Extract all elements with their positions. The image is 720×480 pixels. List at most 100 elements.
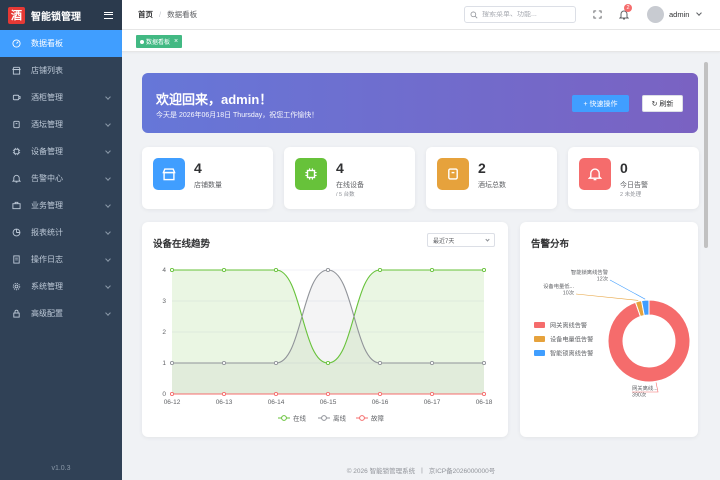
stat-value: 4 — [336, 160, 344, 176]
legend-swatch — [534, 322, 545, 328]
stat-value: 2 — [478, 160, 486, 176]
sidebar-item[interactable]: 店铺列表 — [0, 57, 122, 84]
close-icon[interactable]: × — [174, 38, 178, 45]
data-point — [481, 391, 487, 397]
data-point — [481, 267, 487, 273]
stat-value: 4 — [194, 160, 202, 176]
alarm-panel: 告警分布 网关离线... 390次 设备电量低... 10次 智能锁离线告警 12次 网关离… — [520, 222, 698, 437]
y-tick-label: 3 — [162, 298, 166, 305]
data-point — [273, 267, 279, 273]
notification-badge: 2 — [624, 4, 632, 12]
stat-label: 在线设备 — [336, 182, 364, 189]
x-tick-label: 06-14 — [268, 399, 285, 406]
menu-toggle-icon[interactable] — [104, 11, 113, 19]
trend-panel: 设备在线趋势 最近7天 0 1 2 3 4 06-12 06-13 06-14 06-15 06-… — [142, 222, 508, 437]
breadcrumb-home[interactable]: 首页 — [138, 9, 153, 20]
data-point — [169, 360, 175, 366]
sidebar-item-label: 数据看板 — [31, 39, 63, 48]
legend-label: 故障 — [371, 414, 385, 423]
y-tick-label: 1 — [162, 360, 166, 367]
jar-icon — [437, 158, 469, 190]
sidebar-item-label: 告警中心 — [31, 174, 63, 183]
chevron-down-icon — [105, 175, 111, 181]
data-point — [429, 391, 435, 397]
data-point — [481, 360, 487, 366]
stat-card[interactable]: 4 在线设备 / 5 台数 — [284, 147, 415, 209]
avatar[interactable] — [647, 6, 664, 23]
sidebar-item-label: 系统管理 — [31, 282, 63, 291]
main-scrollbar[interactable] — [704, 62, 708, 248]
x-tick-label: 06-18 — [476, 399, 493, 406]
stat-label: 酒坛总数 — [478, 182, 506, 189]
data-point — [325, 267, 331, 273]
welcome-banner: 欢迎回来，admin！ 今天是 2026年06月18日 Thursday，祝您工… — [142, 73, 698, 133]
chevron-down-icon[interactable] — [696, 10, 702, 16]
stat-extra: / 5 台数 — [336, 192, 355, 198]
trend-chart: 0 1 2 3 4 06-12 06-13 06-14 06-15 06-16 06-17 06-18… — [162, 267, 493, 423]
stat-card[interactable]: 2 酒坛总数 — [426, 147, 557, 209]
gear-icon — [11, 282, 21, 292]
stat-card[interactable]: 0 今日告警 2 未处理 — [568, 147, 699, 209]
sidebar-item-label: 操作日志 — [31, 255, 63, 264]
chip-icon — [11, 147, 21, 157]
sidebar-item[interactable]: 操作日志 — [0, 246, 122, 273]
sidebar-item[interactable]: 酒坛管理 — [0, 111, 122, 138]
legend-marker — [321, 415, 327, 421]
data-point — [377, 267, 383, 273]
sidebar: 酒 智能锁管理 数据看板店铺列表酒柜管理酒坛管理 设备管理告警中心业务管理 报表统计… — [0, 0, 122, 480]
stat-extra: 2 未处理 — [620, 192, 642, 198]
data-point — [273, 360, 279, 366]
tab-label: 数据看板 — [146, 40, 171, 46]
x-tick-label: 06-15 — [320, 399, 337, 406]
chevron-down-icon — [105, 256, 111, 262]
legend-marker — [281, 415, 287, 421]
refresh-button[interactable]: ↻ 刷新 — [642, 95, 683, 112]
search-box[interactable] — [464, 6, 576, 23]
stat-label: 今日告警 — [620, 182, 648, 189]
sidebar-item[interactable]: 高级配置 — [0, 300, 122, 327]
welcome-title: 欢迎回来，admin！ — [156, 92, 273, 107]
pie-leader-line — [609, 279, 646, 300]
sidebar-menu: 数据看板店铺列表酒柜管理酒坛管理 设备管理告警中心业务管理 报表统计操作日志系统管理… — [0, 30, 122, 327]
stat-card[interactable]: 4 店铺数量 — [142, 147, 273, 209]
username[interactable]: admin — [669, 10, 689, 19]
fullscreen-icon[interactable] — [593, 10, 602, 19]
data-point — [429, 360, 435, 366]
x-tick-label: 06-13 — [216, 399, 233, 406]
chevron-down-icon — [105, 283, 111, 289]
legend-label: 网关离线告警 — [550, 321, 587, 329]
alarm-pie-chart: 网关离线... 390次 设备电量低... 10次智能锁离线告警 12次网关离线告警设备… — [534, 268, 691, 399]
chevron-down-icon — [105, 310, 111, 316]
data-point — [325, 391, 331, 397]
data-point — [221, 360, 227, 366]
sidebar-item[interactable]: 系统管理 — [0, 273, 122, 300]
y-tick-label: 2 — [162, 329, 166, 336]
legend-label: 设备电量低告警 — [550, 335, 593, 343]
sidebar-item-label: 酒柜管理 — [31, 93, 63, 102]
sidebar-item[interactable]: 酒柜管理 — [0, 84, 122, 111]
quick-action-button[interactable]: + 快速操作 — [572, 95, 629, 112]
pie-data-label: 网关离线... 390次 — [632, 384, 658, 399]
legend-label: 在线 — [293, 414, 307, 423]
search-input[interactable] — [482, 11, 572, 18]
notification-button[interactable]: 2 — [618, 4, 632, 20]
sidebar-item[interactable]: 业务管理 — [0, 192, 122, 219]
tag-dot-icon — [140, 39, 144, 44]
logo-row: 酒 智能锁管理 — [0, 0, 122, 30]
store-icon — [11, 66, 21, 76]
footer-icp[interactable]: 京ICP备2026000000号 — [429, 465, 496, 475]
x-tick-label: 06-12 — [164, 399, 181, 406]
sidebar-item[interactable]: 设备管理 — [0, 138, 122, 165]
data-point — [221, 267, 227, 273]
store-icon — [153, 158, 185, 190]
sidebar-item[interactable]: 数据看板 — [0, 30, 122, 57]
dashboard-icon — [11, 39, 21, 49]
chevron-down-icon — [105, 202, 111, 208]
pie-icon — [11, 228, 21, 238]
chevron-down-icon — [105, 121, 111, 127]
x-tick-label: 06-17 — [424, 399, 441, 406]
tab-dashboard[interactable]: 数据看板 × — [136, 35, 183, 48]
stat-value: 0 — [620, 160, 628, 176]
sidebar-item[interactable]: 报表统计 — [0, 219, 122, 246]
sidebar-item[interactable]: 告警中心 — [0, 165, 122, 192]
